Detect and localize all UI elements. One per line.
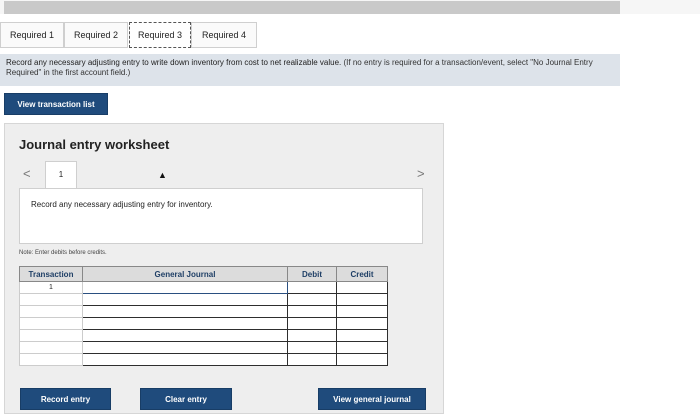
transaction-cell: [19, 305, 83, 318]
tab-required-2[interactable]: Required 2: [64, 22, 128, 48]
account-input[interactable]: [82, 281, 288, 294]
debit-input[interactable]: [287, 329, 337, 342]
account-input[interactable]: [82, 353, 288, 366]
transaction-cell: [19, 341, 83, 354]
mouse-pointer-icon: ▲: [158, 170, 167, 180]
table-row: [19, 305, 388, 318]
credit-input[interactable]: [336, 293, 388, 306]
table-row: [19, 317, 388, 330]
entry-instruction-box: Record any necessary adjusting entry for…: [19, 188, 423, 244]
top-bar: [0, 0, 700, 14]
chevron-right-icon[interactable]: >: [417, 166, 425, 181]
account-input[interactable]: [82, 317, 288, 330]
clear-entry-button[interactable]: Clear entry: [140, 388, 232, 410]
credit-input[interactable]: [336, 353, 388, 366]
header-credit: Credit: [336, 266, 388, 282]
debit-input[interactable]: [287, 341, 337, 354]
debit-input[interactable]: [287, 353, 337, 366]
entry-instruction: Record any necessary adjusting entry for…: [31, 200, 213, 209]
worksheet-title: Journal entry worksheet: [19, 137, 170, 152]
table-row: [19, 293, 388, 306]
entry-tab-1[interactable]: 1: [45, 161, 77, 189]
instruction-text: Record any necessary adjusting entry to …: [6, 58, 342, 67]
debit-input[interactable]: [287, 317, 337, 330]
transaction-cell: 1: [19, 281, 83, 294]
journal-table: Transaction General Journal Debit Credit…: [19, 266, 388, 366]
required-tabs: Required 1 Required 2 Required 3 Require…: [0, 22, 700, 50]
header-transaction: Transaction: [19, 266, 83, 282]
account-input[interactable]: [82, 329, 288, 342]
account-input[interactable]: [82, 293, 288, 306]
table-row: [19, 341, 388, 354]
debit-input[interactable]: [287, 281, 337, 294]
tab-required-1[interactable]: Required 1: [0, 22, 64, 48]
account-input[interactable]: [82, 305, 288, 318]
header-debit: Debit: [287, 266, 337, 282]
credit-input[interactable]: [336, 317, 388, 330]
transaction-cell: [19, 329, 83, 342]
header-general-journal: General Journal: [82, 266, 288, 282]
table-row: [19, 329, 388, 342]
view-transaction-list-button[interactable]: View transaction list: [4, 93, 108, 115]
transaction-cell: [19, 293, 83, 306]
credit-input[interactable]: [336, 305, 388, 318]
view-general-journal-button[interactable]: View general journal: [318, 388, 426, 410]
tab-required-3[interactable]: Required 3: [129, 22, 191, 48]
debit-input[interactable]: [287, 293, 337, 306]
chevron-left-icon[interactable]: <: [23, 166, 31, 181]
debits-note: Note: Enter debits before credits.: [19, 250, 107, 256]
transaction-cell: [19, 317, 83, 330]
credit-input[interactable]: [336, 281, 388, 294]
transaction-cell: [19, 353, 83, 366]
tab-required-4[interactable]: Required 4: [191, 22, 257, 48]
account-input[interactable]: [82, 341, 288, 354]
table-row: [19, 353, 388, 366]
debit-input[interactable]: [287, 305, 337, 318]
top-bar-strip: [4, 1, 620, 14]
credit-input[interactable]: [336, 329, 388, 342]
instruction-banner: Record any necessary adjusting entry to …: [0, 54, 620, 86]
credit-input[interactable]: [336, 341, 388, 354]
record-entry-button[interactable]: Record entry: [20, 388, 111, 410]
table-row: 1: [19, 281, 388, 294]
